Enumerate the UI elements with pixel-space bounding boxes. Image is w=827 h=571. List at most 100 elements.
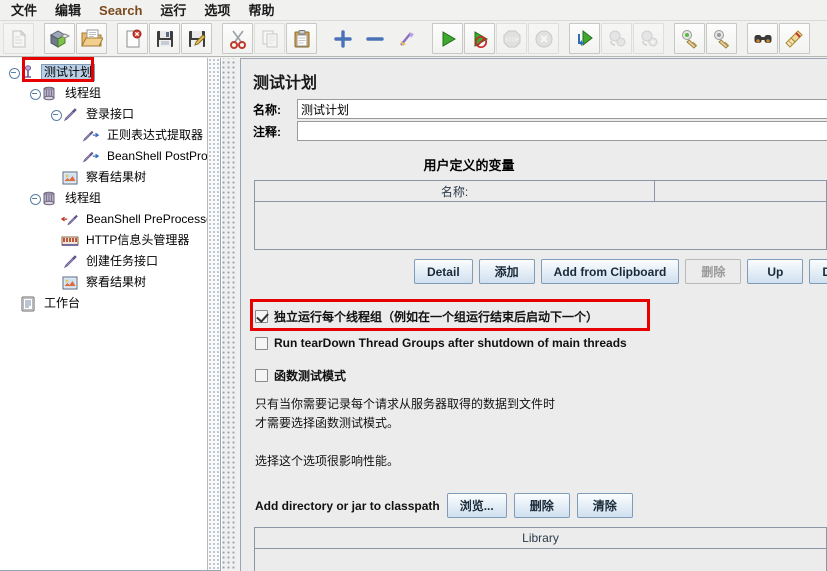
name-input[interactable]: 测试计划 [297, 99, 827, 119]
header-manager-icon [61, 232, 79, 250]
user-defined-variables-table[interactable]: 名称: [254, 180, 827, 250]
menu-edit[interactable]: 编辑 [46, 1, 90, 20]
close-icon [123, 29, 143, 49]
templates-icon-button[interactable] [44, 23, 75, 54]
comment-input[interactable] [297, 121, 827, 141]
save-icon-button[interactable] [149, 23, 180, 54]
search-icon-button[interactable] [747, 23, 778, 54]
tree-node[interactable]: 创建任务接口 [0, 251, 220, 272]
tree-node-label: 创建任务接口 [86, 254, 159, 268]
menu-bar: 文件 编辑 Search 运行 选项 帮助 [0, 0, 827, 21]
panel-splitter[interactable] [221, 58, 236, 571]
shutdown-remote-all-icon-button[interactable] [633, 23, 664, 54]
tree-expander-icon[interactable] [8, 67, 20, 79]
column-header-name: 名称: [255, 181, 655, 201]
run-teardown-checkbox[interactable] [255, 336, 268, 350]
test-plan-tree[interactable]: 测试计划线程组登录接口正则表达式提取器BeanShell PostProcess… [0, 58, 220, 314]
menu-search[interactable]: Search [90, 1, 151, 20]
shutdown-icon-button[interactable] [528, 23, 559, 54]
cut-icon-button[interactable] [222, 23, 253, 54]
run-teardown-label: Run tearDown Thread Groups after shutdow… [274, 336, 627, 350]
copy-icon [260, 29, 280, 49]
start-remote-all-icon-button[interactable] [569, 23, 600, 54]
tree-node[interactable]: 测试计划 [0, 62, 220, 83]
up-button[interactable]: Up [747, 259, 804, 284]
toggle-icon-button[interactable] [391, 23, 422, 54]
functional-test-mode-checkbox[interactable] [255, 368, 268, 382]
tree-expander-icon[interactable] [29, 88, 41, 100]
tree-node[interactable]: 线程组 [0, 83, 220, 104]
open-icon-button[interactable] [76, 23, 107, 54]
browse-button[interactable]: 浏览... [446, 493, 507, 518]
copy-icon-button[interactable] [254, 23, 285, 54]
menu-help[interactable]: 帮助 [239, 1, 283, 20]
tree-node[interactable]: HTTP信息头管理器 [0, 230, 220, 251]
tree-node[interactable]: 线程组 [0, 188, 220, 209]
serialize-thread-groups-checkbox[interactable] [255, 309, 268, 323]
menu-file[interactable]: 文件 [2, 1, 46, 20]
udv-button-row: Detail 添加 Add from Clipboard 删除 Up Down [241, 259, 827, 284]
start-icon-button[interactable] [432, 23, 463, 54]
detail-button[interactable]: Detail [413, 259, 473, 284]
test-plan-tree-panel[interactable]: 测试计划线程组登录接口正则表达式提取器BeanShell PostProcess… [0, 58, 221, 571]
menu-options[interactable]: 选项 [195, 1, 239, 20]
close-icon-button[interactable] [117, 23, 148, 54]
classpath-clear-button[interactable]: 清除 [576, 493, 633, 518]
expand-all-icon-button[interactable] [327, 23, 358, 54]
toolbar-separator [213, 23, 222, 54]
tree-node[interactable]: 登录接口 [0, 104, 220, 125]
tree-node-label: 正则表达式提取器 [107, 128, 204, 142]
clear-icon-button[interactable] [674, 23, 705, 54]
tree-node[interactable]: 察看结果树 [0, 272, 220, 293]
stop-remote-all-icon-button[interactable] [601, 23, 632, 54]
tree-node-label: HTTP信息头管理器 [86, 233, 190, 247]
tree-node[interactable]: BeanShell PostProcessor [0, 146, 220, 167]
stop-icon-button[interactable]: STOP [496, 23, 527, 54]
save-as-icon [187, 29, 207, 49]
menu-run[interactable]: 运行 [151, 1, 195, 20]
serialize-thread-groups-row[interactable]: 独立运行每个线程组（例如在一个组运行结束后启动下一个） [255, 305, 827, 327]
clear-icon [680, 29, 700, 49]
listener-icon [61, 274, 79, 292]
collapse-all-icon-button[interactable] [359, 23, 390, 54]
functional-test-mode-row[interactable]: 函数测试模式 [255, 363, 827, 387]
run-teardown-row[interactable]: Run tearDown Thread Groups after shutdow… [255, 331, 827, 355]
cut-icon [228, 29, 248, 49]
save-as-icon-button[interactable] [181, 23, 212, 54]
classpath-delete-button[interactable]: 删除 [513, 493, 570, 518]
add-from-clipboard-button[interactable]: Add from Clipboard [540, 259, 680, 284]
tree-vertical-scrollbar[interactable] [207, 58, 220, 570]
tree-expander-icon[interactable] [29, 193, 41, 205]
paste-icon-button[interactable] [286, 23, 317, 54]
start-remote-all-icon [575, 29, 595, 49]
toolbar-separator [423, 23, 432, 54]
down-button[interactable]: Down [809, 259, 827, 284]
thread-group-icon [40, 190, 58, 208]
tree-node-label: 测试计划 [41, 64, 96, 81]
svg-text:STOP: STOP [504, 37, 519, 43]
add-button[interactable]: 添加 [478, 259, 535, 284]
tree-node[interactable]: 工作台 [0, 293, 220, 314]
tree-node[interactable]: 察看结果树 [0, 167, 220, 188]
description-line-2: 才需要选择函数测试模式。 [255, 416, 400, 430]
clear-all-icon-button[interactable] [706, 23, 737, 54]
tree-expander-icon[interactable] [50, 109, 62, 121]
workbench-icon [19, 295, 37, 313]
library-table[interactable]: Library [254, 527, 827, 571]
thread-group-icon [40, 85, 58, 103]
tree-node[interactable]: BeanShell PreProcessor [0, 209, 220, 230]
new-icon-button[interactable] [3, 23, 34, 54]
start-no-pauses-icon-button[interactable] [464, 23, 495, 54]
collapse-all-icon [365, 29, 385, 49]
jmeter-window: 文件 编辑 Search 运行 选项 帮助 STOP 测试计划 线程组 登录接口… [0, 0, 827, 571]
post-processor-icon [82, 127, 100, 145]
reset-search-icon-button[interactable] [779, 23, 810, 54]
tree-node-label: BeanShell PostProcessor [107, 149, 220, 163]
tree-node-label: 线程组 [65, 191, 102, 205]
comment-label: 注释: [251, 121, 297, 141]
tree-node[interactable]: 正则表达式提取器 [0, 125, 220, 146]
save-icon [155, 29, 175, 49]
toolbar-separator [738, 23, 747, 54]
description-line-4: 选择这个选项很影响性能。 [255, 454, 400, 468]
toolbar-separator [560, 23, 569, 54]
